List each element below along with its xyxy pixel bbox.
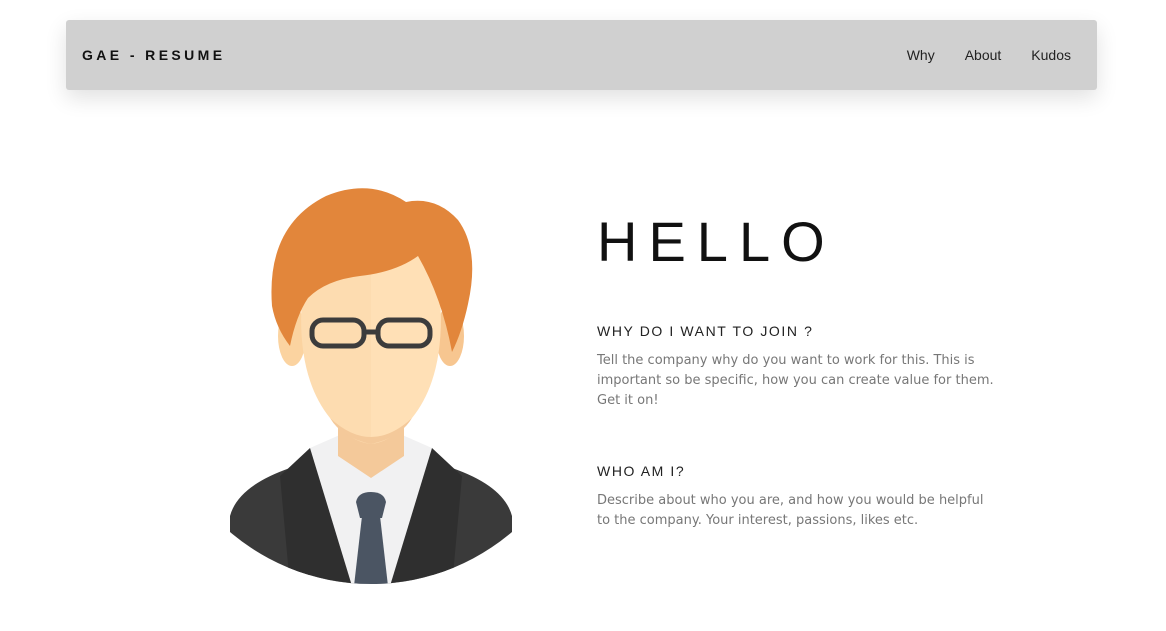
navbar: GAE - RESUME Why About Kudos [66,20,1097,90]
who-am-i-text: Describe about who you are, and how you … [597,493,984,528]
nav-link-about[interactable]: About [965,47,1002,63]
why-join-text: Tell the company why do you want to work… [597,353,994,408]
nav-link-why[interactable]: Why [907,47,935,63]
why-join-title: WHY DO I WANT TO JOIN ? [597,323,814,339]
nav-link-kudos[interactable]: Kudos [1031,47,1071,63]
brand-logo[interactable]: GAE - RESUME [82,20,225,90]
avatar-illustration [230,186,512,586]
businessman-avatar-icon [230,188,512,584]
hero-greeting: HELLO [597,210,836,273]
who-am-i-title: WHO AM I? [597,463,686,479]
nav-links: Why About Kudos [877,20,1071,90]
